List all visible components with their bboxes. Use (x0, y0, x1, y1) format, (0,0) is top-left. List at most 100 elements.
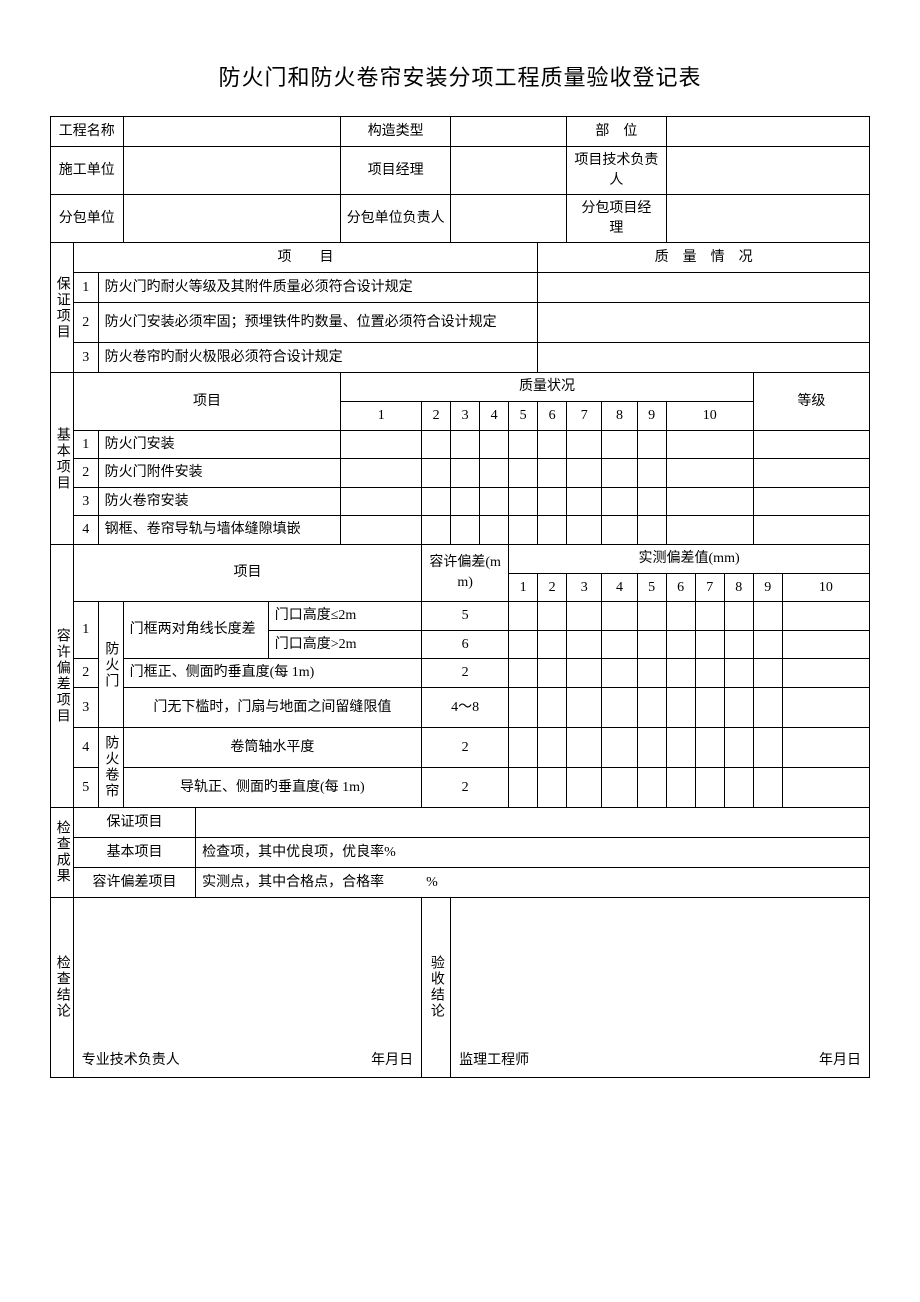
basic-cell[interactable] (480, 487, 509, 516)
basic-cell[interactable] (509, 430, 538, 459)
tol-cell[interactable] (753, 727, 782, 767)
results-r1-value[interactable] (196, 807, 870, 837)
basic-cell[interactable] (666, 459, 753, 488)
value-project-name[interactable] (123, 117, 341, 147)
value-location[interactable] (666, 117, 869, 147)
basic-cell[interactable] (602, 516, 637, 545)
tol-cell[interactable] (509, 687, 538, 727)
tol-cell[interactable] (724, 659, 753, 688)
value-tech-leader[interactable] (666, 147, 869, 195)
tol-cell[interactable] (666, 767, 695, 807)
check-conclusion-area[interactable]: 专业技术负责人 年月日 (73, 897, 421, 1077)
tol-cell[interactable] (637, 602, 666, 631)
value-project-manager[interactable] (451, 147, 567, 195)
basic-grade-4[interactable] (753, 516, 869, 545)
basic-cell[interactable] (480, 430, 509, 459)
basic-cell[interactable] (602, 430, 637, 459)
basic-cell[interactable] (451, 459, 480, 488)
basic-cell[interactable] (538, 516, 567, 545)
tol-cell[interactable] (567, 687, 602, 727)
basic-cell[interactable] (422, 487, 451, 516)
tol-cell[interactable] (567, 630, 602, 659)
tol-cell[interactable] (695, 630, 724, 659)
tol-cell[interactable] (782, 630, 869, 659)
basic-cell[interactable] (567, 516, 602, 545)
tol-cell[interactable] (695, 602, 724, 631)
tol-cell[interactable] (666, 687, 695, 727)
tol-cell[interactable] (567, 727, 602, 767)
tol-cell[interactable] (637, 767, 666, 807)
basic-cell[interactable] (666, 430, 753, 459)
tol-cell[interactable] (724, 687, 753, 727)
tol-cell[interactable] (602, 659, 637, 688)
tol-cell[interactable] (538, 687, 567, 727)
basic-cell[interactable] (637, 459, 666, 488)
tol-cell[interactable] (509, 767, 538, 807)
tol-cell[interactable] (724, 602, 753, 631)
tol-cell[interactable] (724, 630, 753, 659)
basic-cell[interactable] (637, 430, 666, 459)
basic-cell[interactable] (637, 516, 666, 545)
tol-cell[interactable] (724, 727, 753, 767)
tol-cell[interactable] (753, 602, 782, 631)
tol-cell[interactable] (782, 602, 869, 631)
value-subcontractor-pm[interactable] (666, 195, 869, 243)
tol-cell[interactable] (782, 727, 869, 767)
tol-cell[interactable] (637, 630, 666, 659)
guarantee-result-3[interactable] (538, 343, 870, 373)
basic-grade-2[interactable] (753, 459, 869, 488)
guarantee-result-1[interactable] (538, 273, 870, 303)
basic-cell[interactable] (666, 487, 753, 516)
value-construction-unit[interactable] (123, 147, 341, 195)
tol-cell[interactable] (538, 767, 567, 807)
basic-cell[interactable] (341, 459, 422, 488)
tol-cell[interactable] (637, 659, 666, 688)
basic-cell[interactable] (341, 487, 422, 516)
tol-cell[interactable] (695, 727, 724, 767)
tol-cell[interactable] (753, 630, 782, 659)
basic-cell[interactable] (602, 487, 637, 516)
tol-cell[interactable] (602, 602, 637, 631)
basic-cell[interactable] (538, 430, 567, 459)
tol-cell[interactable] (509, 727, 538, 767)
tol-cell[interactable] (753, 659, 782, 688)
basic-cell[interactable] (422, 516, 451, 545)
value-subcontractor-leader[interactable] (451, 195, 567, 243)
guarantee-result-2[interactable] (538, 303, 870, 343)
basic-cell[interactable] (341, 430, 422, 459)
basic-cell[interactable] (538, 459, 567, 488)
tol-cell[interactable] (666, 659, 695, 688)
tol-cell[interactable] (637, 687, 666, 727)
basic-grade-3[interactable] (753, 487, 869, 516)
basic-grade-1[interactable] (753, 430, 869, 459)
tol-cell[interactable] (782, 687, 869, 727)
tol-cell[interactable] (538, 659, 567, 688)
basic-cell[interactable] (480, 459, 509, 488)
basic-cell[interactable] (637, 487, 666, 516)
tol-cell[interactable] (509, 630, 538, 659)
tol-cell[interactable] (602, 630, 637, 659)
tol-cell[interactable] (538, 602, 567, 631)
tol-cell[interactable] (509, 659, 538, 688)
basic-cell[interactable] (567, 430, 602, 459)
basic-cell[interactable] (480, 516, 509, 545)
accept-conclusion-area[interactable]: 监理工程师 年月日 (451, 897, 870, 1077)
basic-cell[interactable] (602, 459, 637, 488)
basic-cell[interactable] (538, 487, 567, 516)
tol-cell[interactable] (602, 727, 637, 767)
tol-cell[interactable] (695, 767, 724, 807)
value-structure-type[interactable] (451, 117, 567, 147)
basic-cell[interactable] (567, 459, 602, 488)
tol-cell[interactable] (538, 630, 567, 659)
tol-cell[interactable] (567, 767, 602, 807)
tol-cell[interactable] (666, 630, 695, 659)
tol-cell[interactable] (753, 687, 782, 727)
tol-cell[interactable] (538, 727, 567, 767)
basic-cell[interactable] (341, 516, 422, 545)
tol-cell[interactable] (567, 659, 602, 688)
value-subcontractor[interactable] (123, 195, 341, 243)
tol-cell[interactable] (695, 687, 724, 727)
tol-cell[interactable] (753, 767, 782, 807)
tol-cell[interactable] (724, 767, 753, 807)
basic-cell[interactable] (422, 459, 451, 488)
